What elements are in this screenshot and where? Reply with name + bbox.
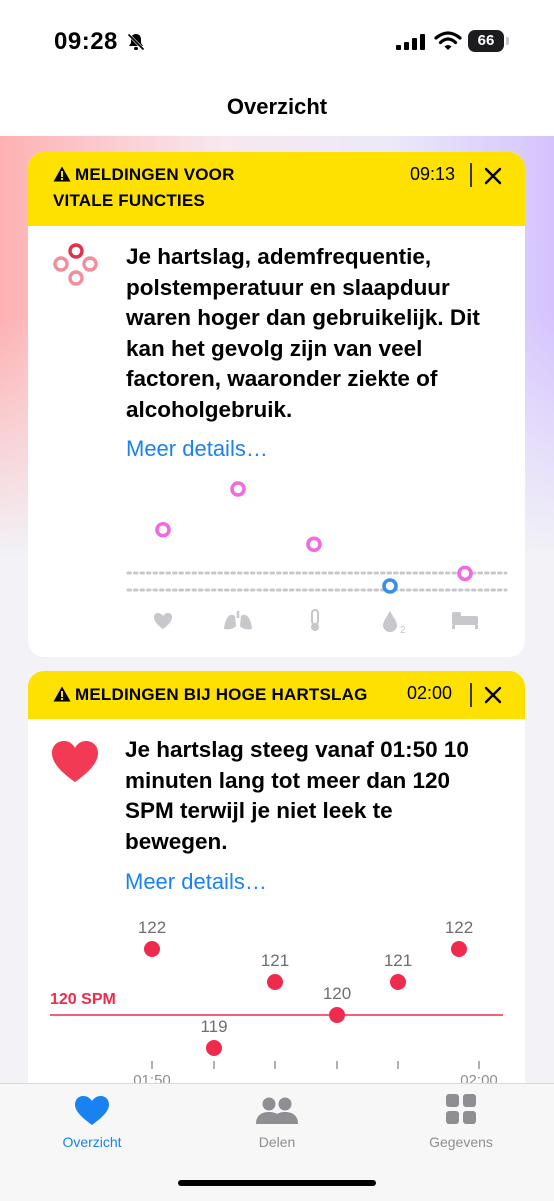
hr-card-title: MELDINGEN BIJ HOGE HARTSLAG [53,682,368,708]
vitals-marker-bed [457,565,473,582]
warning-icon [53,686,71,702]
vitals-marker-thermometer [306,536,322,553]
vitals-header-line1: MELDINGEN VOOR [75,165,235,184]
nav-bar: Overzicht [0,84,554,136]
vitals-message-line: factoren, waaronder ziekte of [126,366,438,391]
vitals-card-time: 09:13 [410,164,456,184]
hr-data-label: 120 [323,984,351,1003]
hr-message-line: Je hartslag steeg vanaf 01:50 10 [125,737,469,762]
high-heart-rate-card[interactable]: MELDINGEN BIJ HOGE HARTSLAG 02:00 Je har… [28,671,525,1111]
hr-data-point [206,1040,222,1056]
grid-icon [446,1094,476,1124]
vitals-more-details-link[interactable]: Meer details… [126,436,268,462]
hr-card-time: 02:00 [407,683,453,703]
hr-card-header: MELDINGEN BIJ HOGE HARTSLAG 02:00 [28,671,525,719]
vitals-message-line: polstemperatuur en slaapduur [126,274,450,300]
vitals-message: Je hartslag, ademfrequentie, polstempera… [126,242,480,425]
vitals-notification-card[interactable]: MELDINGEN VOOR VITALE FUNCTIES 09:13 Je … [28,152,525,657]
bed-icon [452,612,478,629]
x-axis-ticks [151,1061,480,1069]
hr-data-point [144,941,160,957]
hr-more-details-link[interactable]: Meer details… [125,869,267,895]
vitals-message-line: waren hoger dan gebruikelijk. Dit [126,305,480,330]
vitals-message-line: Je hartslag, ademfrequentie, [126,244,432,269]
wifi-icon [434,31,462,50]
tab-label: Gegevens [429,1134,493,1150]
heart-icon [75,1096,109,1125]
hr-header-text: MELDINGEN BIJ HOGE HARTSLAG [75,685,368,704]
vitals-card-title: MELDINGEN VOOR VITALE FUNCTIES [53,162,235,214]
thermometer-icon [311,609,319,631]
tab-label: Overzicht [62,1134,122,1150]
hr-message-line: SPM terwijl je niet leek te [125,798,393,823]
close-icon[interactable] [482,165,504,187]
close-icon[interactable] [482,684,504,706]
warning-icon [53,166,71,182]
home-indicator [178,1180,376,1186]
cellular-signal-icon [396,34,425,50]
hr-message: Je hartslag steeg vanaf 01:50 10 minuten… [125,735,469,857]
hr-data-label: 121 [261,951,289,970]
hr-data-point [267,974,283,990]
silent-bell-icon [127,33,145,51]
hr-data-label: 121 [384,951,412,970]
vitals-header-line2: VITALE FUNCTIES [53,191,205,210]
lungs-icon [224,611,252,630]
threshold-label: 120 SPM [50,991,116,1008]
status-time: 09:28 [54,28,118,55]
hr-message-line: minuten lang tot meer dan 120 [125,767,451,793]
battery-level: 66 [477,32,495,49]
hr-message-line: bewegen. [125,828,228,854]
heart-icon [52,741,98,782]
blood-oxygen-icon: 2 [383,611,406,636]
tab-label: Delen [258,1134,296,1150]
vitals-marker-blood-oxygen [382,578,398,594]
vitals-chart: 2 [126,481,508,636]
vitals-rings-icon [53,243,98,286]
header-divider [470,163,472,187]
vitals-message-line: kan het gevolg zijn van veel [126,335,423,361]
heart-icon [153,613,173,629]
page-title: Overzicht [226,94,328,119]
vitals-card-header: MELDINGEN VOOR VITALE FUNCTIES 09:13 [28,152,525,226]
hr-data-point [451,941,467,957]
people-icon [256,1097,298,1124]
o2-subscript: 2 [400,625,406,636]
battery-icon: 66 [468,30,510,52]
header-divider [470,683,472,707]
vitals-message-line: alcoholgebruik. [126,396,293,422]
heart-rate-chart: 120 SPM 01:50 02:00 122119121120121122 [50,918,503,1089]
hr-data-label: 122 [138,918,166,937]
hr-data-label: 122 [445,918,473,937]
hr-data-point [390,974,406,990]
vitals-marker-lungs [230,481,246,497]
vitals-marker-heart [155,521,171,538]
hr-data-point [329,1007,345,1023]
hr-data-label: 119 [200,1017,227,1036]
status-bar: 09:28 66 [0,0,554,84]
